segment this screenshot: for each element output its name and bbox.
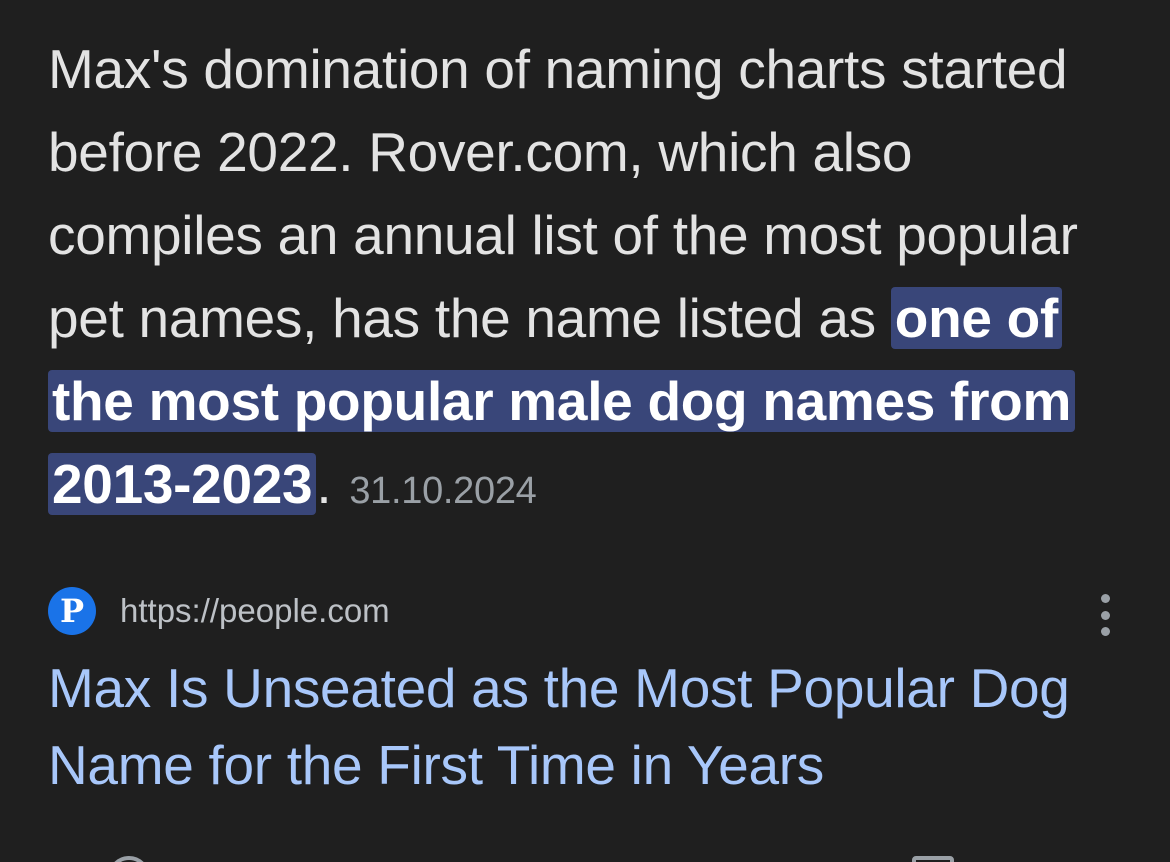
more-dot — [1100, 610, 1110, 620]
more-dot — [1100, 627, 1110, 636]
source-url[interactable]: https://people.com — [120, 592, 390, 630]
more-dot — [1100, 594, 1110, 603]
snippet-date: 31.10.2024 — [349, 470, 537, 512]
source-row[interactable]: P https://people.com — [48, 586, 1120, 636]
feedback-icon[interactable] — [912, 856, 954, 862]
favicon-icon: P — [48, 587, 96, 635]
bottom-row-partial — [0, 848, 1170, 862]
featured-snippet: Max's domination of naming charts starte… — [48, 28, 1128, 533]
more-vert-icon[interactable] — [1090, 594, 1120, 636]
result-title-link[interactable]: Max Is Unseated as the Most Popular Dog … — [48, 650, 1128, 804]
snippet-period: . — [316, 453, 332, 515]
info-icon[interactable] — [108, 856, 150, 862]
favicon-letter: P — [59, 592, 85, 630]
